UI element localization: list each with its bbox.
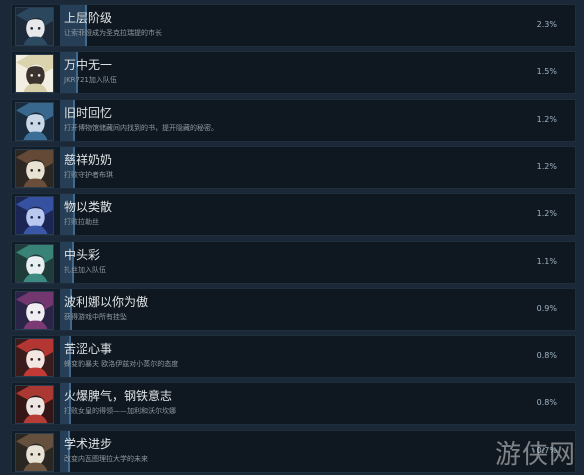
progress-bar: [60, 194, 575, 235]
portrait-icon: [16, 386, 53, 423]
achievement-percent: 0.8%: [536, 398, 557, 407]
achievement-percent: 1.5%: [536, 67, 557, 76]
achievement-description: 打败拉勒丝: [64, 218, 99, 226]
achievement-description: 打败女皇的得领——加利和沃尔坎娜: [64, 407, 176, 415]
achievement-row-5[interactable]: 物以类散 打败拉勒丝 1.2%: [11, 193, 576, 236]
achievement-row-10[interactable]: 学术进步 改变内瓦图理拉大学的未来 0.7%: [11, 430, 576, 473]
achievement-row-9[interactable]: 火爆脾气，钢铁意志 打败女皇的得领——加利和沃尔坎娜 0.8%: [11, 382, 576, 425]
portrait-icon: [16, 197, 53, 234]
achievement-title: 上层阶级: [64, 11, 113, 25]
achievement-title: 波利娜以你为傲: [64, 295, 149, 309]
achievement-row-7[interactable]: 波利娜以你为傲 获得游戏中所有挂坠 0.9%: [11, 288, 576, 331]
achievement-title: 慈祥奶奶: [64, 153, 113, 167]
achievement-icon: [15, 54, 54, 93]
achievement-title: 学术进步: [64, 437, 113, 451]
portrait-icon: [16, 150, 53, 187]
progress-bar: [60, 147, 575, 188]
achievement-icon: [15, 102, 54, 141]
achievement-description: 扎丝加入队伍: [64, 266, 106, 274]
portrait-icon: [16, 245, 53, 282]
achievement-percent: 0.9%: [536, 304, 557, 313]
achievement-icon: [15, 338, 54, 377]
portrait-icon: [16, 292, 53, 329]
achievement-icon: [15, 149, 54, 188]
portrait-icon: [16, 55, 53, 92]
achievement-percent: 1.2%: [536, 209, 557, 218]
achievement-title: 火爆脾气，钢铁意志: [64, 389, 173, 403]
achievement-description: JKR721加入队伍: [64, 76, 117, 84]
achievement-description: 打败守护者布琪: [64, 171, 113, 179]
watermark-logo: 游侠网: [494, 440, 576, 470]
portrait-icon: [16, 103, 53, 140]
progress-bar: [60, 5, 575, 46]
progress-bar: [60, 336, 575, 377]
achievement-percent: 1.2%: [536, 115, 557, 124]
achievement-percent: 2.3%: [536, 20, 557, 29]
achievement-description: 改变内瓦图理拉大学的未来: [64, 455, 148, 463]
achievement-title: 万中无一: [64, 58, 113, 72]
achievement-title: 中头彩: [64, 248, 101, 262]
achievement-description: 打开博物馆储藏间内找到的书，提开隐藏的秘密。: [64, 124, 218, 132]
portrait-icon: [16, 434, 53, 471]
portrait-icon: [16, 8, 53, 45]
portrait-icon: [16, 339, 53, 376]
achievement-row-3[interactable]: 旧时回忆 打开博物馆储藏间内找到的书，提开隐藏的秘密。 1.2%: [11, 99, 576, 142]
achievement-percent: 0.8%: [536, 351, 557, 360]
achievement-description: 让索菲娅成为圣克拉瑞提的市长: [64, 29, 162, 37]
progress-bar: [60, 100, 575, 141]
progress-bar: [60, 52, 575, 93]
achievement-icon: [15, 244, 54, 283]
achievement-row-6[interactable]: 中头彩 扎丝加入队伍 1.1%: [11, 241, 576, 284]
achievement-percent: 1.1%: [536, 257, 557, 266]
achievement-icon: [15, 7, 54, 46]
progress-bar: [60, 242, 575, 283]
achievement-icon: [15, 385, 54, 424]
achievement-description: 获得游戏中所有挂坠: [64, 313, 127, 321]
achievement-icon: [15, 196, 54, 235]
achievement-list: 上层阶级 让索菲娅成为圣克拉瑞提的市长 2.3% 万中无一 JKR721加入队伍…: [0, 0, 584, 475]
achievement-row-4[interactable]: 慈祥奶奶 打败守护者布琪 1.2%: [11, 146, 576, 189]
achievement-percent: 1.2%: [536, 162, 557, 171]
achievement-title: 旧时回忆: [64, 106, 113, 120]
achievement-title: 苦涩心事: [64, 342, 113, 356]
achievement-title: 物以类散: [64, 200, 113, 214]
achievement-icon: [15, 291, 54, 330]
achievement-row-1[interactable]: 上层阶级 让索菲娅成为圣克拉瑞提的市长 2.3%: [11, 4, 576, 47]
achievement-row-2[interactable]: 万中无一 JKR721加入队伍 1.5%: [11, 51, 576, 94]
achievement-icon: [15, 433, 54, 472]
achievement-description: 蜂变豹暴夫 欧洛伊兹对小蒸尔的态度: [64, 360, 179, 368]
achievement-row-8[interactable]: 苦涩心事 蜂变豹暴夫 欧洛伊兹对小蒸尔的态度 0.8%: [11, 335, 576, 378]
